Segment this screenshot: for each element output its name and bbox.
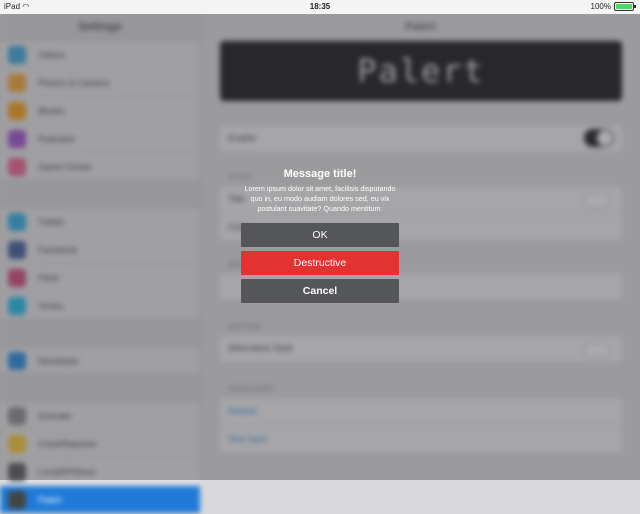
alert-message: Lorem ipsum dolor sit amet, facilisis di… (244, 184, 396, 213)
battery-fill (616, 4, 632, 9)
battery-percent: 100% (590, 2, 611, 11)
sidebar-item-label: Palert (38, 494, 62, 505)
battery-indicator: 100% (590, 2, 636, 11)
ok-button[interactable]: OK (241, 223, 399, 247)
clock: 18:35 (309, 2, 331, 11)
app-icon (8, 490, 26, 509)
cancel-button[interactable]: Cancel (241, 279, 399, 303)
alert-title: Message title! (283, 168, 357, 180)
destructive-button[interactable]: Destructive (241, 251, 399, 275)
battery-icon (614, 2, 636, 11)
alert-dialog: Message title! Lorem ipsum dolor sit ame… (240, 168, 400, 307)
status-bar: iPad ◠ 18:35 100% (0, 0, 640, 14)
sidebar-item[interactable]: Palert (0, 486, 200, 513)
